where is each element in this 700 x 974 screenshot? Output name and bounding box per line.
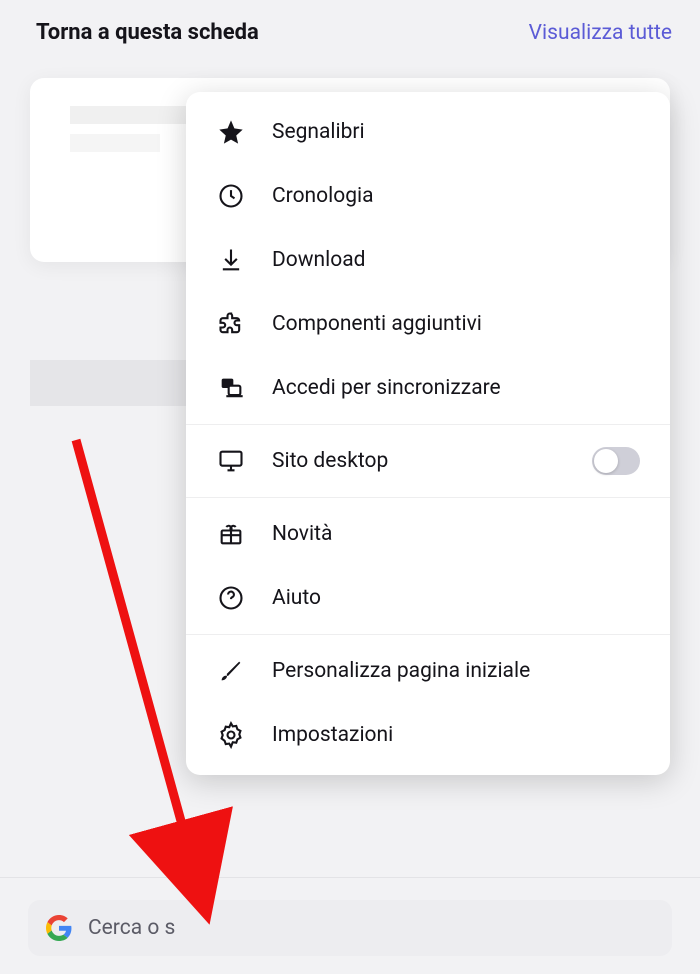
download-icon [216, 245, 246, 275]
section-title: Torna a questa scheda [36, 20, 259, 45]
menu-label: Cronologia [272, 184, 374, 208]
menu-label: Novità [272, 522, 332, 546]
blurred-content [70, 134, 160, 152]
menu-label: Impostazioni [272, 723, 393, 747]
menu-item-desktop-site[interactable]: Sito desktop [186, 429, 670, 493]
menu-divider [186, 634, 670, 635]
menu-divider [186, 497, 670, 498]
menu-item-help[interactable]: Aiuto [186, 566, 670, 630]
menu-label: Accedi per sincronizzare [272, 376, 501, 400]
desktop-icon [216, 446, 246, 476]
google-logo-icon [46, 915, 72, 941]
menu-item-bookmarks[interactable]: Segnalibri [186, 100, 670, 164]
desktop-site-toggle[interactable] [592, 447, 640, 475]
search-placeholder: Cerca o s [88, 916, 175, 940]
blurred-content [70, 106, 190, 124]
menu-label: Segnalibri [272, 120, 365, 144]
menu-item-addons[interactable]: Componenti aggiuntivi [186, 292, 670, 356]
menu-item-history[interactable]: Cronologia [186, 164, 670, 228]
divider [0, 877, 700, 878]
gear-icon [216, 720, 246, 750]
star-icon [216, 117, 246, 147]
clock-icon [216, 181, 246, 211]
blurred-content [30, 360, 190, 406]
menu-item-customize-home[interactable]: Personalizza pagina iniziale [186, 639, 670, 703]
menu-item-settings[interactable]: Impostazioni [186, 703, 670, 767]
menu-label: Personalizza pagina iniziale [272, 659, 530, 683]
menu-label: Aiuto [272, 586, 321, 610]
sync-icon [216, 373, 246, 403]
menu-item-download[interactable]: Download [186, 228, 670, 292]
puzzle-icon [216, 309, 246, 339]
menu-divider [186, 424, 670, 425]
menu-label: Download [272, 248, 366, 272]
menu-item-sync[interactable]: Accedi per sincronizzare [186, 356, 670, 420]
menu-label: Sito desktop [272, 449, 388, 473]
menu-item-whats-new[interactable]: Novità [186, 502, 670, 566]
view-all-link[interactable]: Visualizza tutte [529, 21, 672, 45]
brush-icon [216, 656, 246, 686]
menu-label: Componenti aggiuntivi [272, 312, 482, 336]
search-bar[interactable]: Cerca o s [28, 900, 672, 956]
help-icon [216, 583, 246, 613]
browser-menu: Segnalibri Cronologia Download Component… [186, 92, 670, 775]
gift-icon [216, 519, 246, 549]
